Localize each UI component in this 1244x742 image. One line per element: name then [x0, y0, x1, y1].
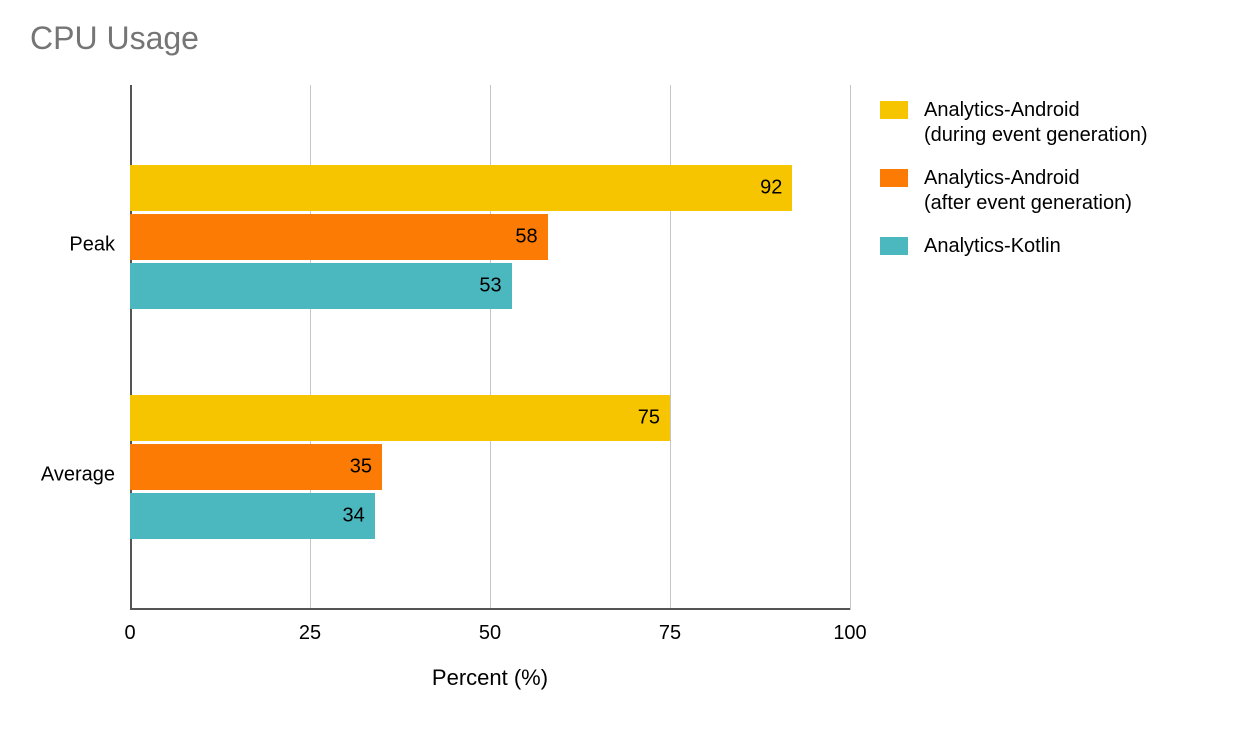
bar-value-label: 58: [515, 226, 537, 249]
legend-item: Analytics-Android(during event generatio…: [880, 98, 1220, 148]
bar-average-after: 35: [130, 444, 382, 490]
bar-peak-after: 58: [130, 214, 548, 260]
bar-peak-during: 92: [130, 165, 792, 211]
y-category-label: Average: [41, 464, 115, 487]
legend: Analytics-Android(during event generatio…: [880, 98, 1220, 277]
x-tick-label: 75: [659, 622, 681, 645]
bar-peak-kotlin: 53: [130, 263, 512, 309]
bar-group-average: Average 75 35 34: [130, 395, 850, 555]
bar-value-label: 75: [638, 407, 660, 430]
bar-average-kotlin: 34: [130, 493, 375, 539]
x-tick-label: 50: [479, 622, 501, 645]
y-category-label: Peak: [69, 234, 115, 257]
legend-label: Analytics-Kotlin: [924, 234, 1061, 259]
legend-label: Analytics-Android(during event generatio…: [924, 98, 1147, 148]
legend-swatch: [880, 101, 908, 119]
legend-item: Analytics-Kotlin: [880, 234, 1220, 259]
chart-container: CPU Usage Peak 92 58 53 Average: [0, 0, 1244, 742]
bar-value-label: 35: [350, 456, 372, 479]
plot-area: Peak 92 58 53 Average 75 35 34: [130, 85, 850, 610]
bar-average-during: 75: [130, 395, 670, 441]
bar-value-label: 34: [343, 505, 365, 528]
bar-value-label: 92: [760, 177, 782, 200]
chart-title: CPU Usage: [30, 20, 199, 57]
x-tick-label: 0: [124, 622, 135, 645]
gridline: [850, 85, 851, 610]
x-tick-label: 25: [299, 622, 321, 645]
x-axis-line: [130, 608, 850, 610]
legend-label: Analytics-Android(after event generation…: [924, 166, 1132, 216]
bar-value-label: 53: [479, 275, 501, 298]
legend-swatch: [880, 237, 908, 255]
x-tick-label: 100: [833, 622, 866, 645]
x-axis-title: Percent (%): [432, 665, 548, 691]
legend-swatch: [880, 169, 908, 187]
bar-group-peak: Peak 92 58 53: [130, 165, 850, 325]
legend-item: Analytics-Android(after event generation…: [880, 166, 1220, 216]
